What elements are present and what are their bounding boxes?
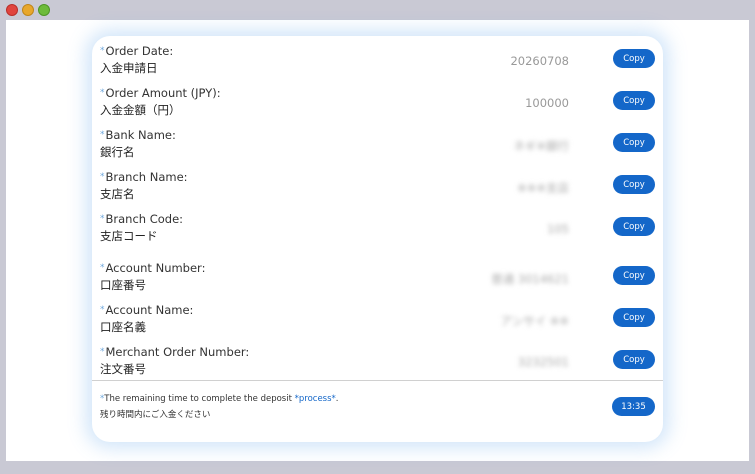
required-asterisk: * [100, 88, 105, 98]
countdown-timer-badge: 13:35 [612, 397, 655, 416]
order-date-value: 20260708 [510, 54, 569, 68]
bank-name-row: *Bank Name: 銀行名 ネギ※銀行 Copy [92, 128, 663, 168]
required-asterisk: * [100, 214, 105, 224]
field-label-en: *Bank Name: [100, 128, 176, 142]
order-amount-row: *Order Amount (JPY): 入金金額（円） 100000 Copy [92, 86, 663, 126]
field-label-en: *Branch Code: [100, 212, 183, 226]
branch-name-label: Branch Name: [105, 170, 188, 184]
remaining-time-text: The remaining time to complete the depos… [104, 394, 295, 404]
required-asterisk: * [100, 263, 105, 273]
field-label-en: *Order Date: [100, 44, 173, 58]
remaining-time-period: . [335, 394, 339, 404]
bank-name-value: ネギ※銀行 [513, 139, 569, 153]
copy-order-amount-button[interactable]: Copy [613, 91, 655, 110]
merchant-order-number-label-ja: 注文番号 [100, 362, 146, 376]
copy-bank-name-button[interactable]: Copy [613, 133, 655, 152]
branch-name-row: *Branch Name: 支店名 ※※※支店 Copy [92, 170, 663, 210]
branch-code-label: Branch Code: [105, 212, 184, 226]
process-link-text: *process* [294, 394, 336, 404]
order-amount-label: Order Amount (JPY): [105, 86, 221, 100]
branch-code-label-ja: 支店コード [100, 229, 158, 243]
order-date-row: *Order Date: 入金申請日 20260708 Copy [92, 44, 663, 84]
divider [92, 380, 663, 381]
field-label-en: *Order Amount (JPY): [100, 86, 221, 100]
order-amount-label-ja: 入金金額（円） [100, 103, 181, 117]
account-name-label: Account Name: [105, 303, 194, 317]
order-date-label: Order Date: [105, 44, 174, 58]
bank-name-label: Bank Name: [105, 128, 176, 142]
remaining-time-note: *The remaining time to complete the depo… [100, 394, 339, 404]
account-name-row: *Account Name: 口座名義 アンサイ ※※ Copy [92, 303, 663, 343]
branch-code-value: 105 [547, 222, 569, 236]
field-label-en: *Merchant Order Number: [100, 345, 249, 359]
deposit-info-card: *Order Date: 入金申請日 20260708 Copy *Order … [92, 36, 663, 442]
account-number-row: *Account Number: 口座番号 普通 3014621 Copy [92, 261, 663, 301]
field-label-en: *Branch Name: [100, 170, 188, 184]
close-window-button[interactable] [6, 4, 18, 16]
required-asterisk: * [100, 46, 105, 56]
field-label-en: *Account Number: [100, 261, 205, 275]
account-number-label: Account Number: [105, 261, 206, 275]
order-amount-value: 100000 [525, 96, 569, 110]
bank-name-label-ja: 銀行名 [100, 145, 135, 159]
window-titlebar [0, 0, 755, 20]
account-name-label-ja: 口座名義 [100, 320, 146, 334]
account-number-value: 普通 3014621 [491, 272, 569, 286]
required-asterisk: * [100, 130, 105, 140]
branch-code-row: *Branch Code: 支店コード 105 Copy [92, 212, 663, 252]
copy-account-number-button[interactable]: Copy [613, 266, 655, 285]
required-asterisk: * [100, 172, 105, 182]
account-number-label-ja: 口座番号 [100, 278, 146, 292]
merchant-order-number-row: *Merchant Order Number: 注文番号 3232501 Cop… [92, 345, 663, 385]
branch-name-label-ja: 支店名 [100, 187, 135, 201]
copy-branch-code-button[interactable]: Copy [613, 217, 655, 236]
account-name-value: アンサイ ※※ [500, 314, 569, 328]
merchant-order-number-value: 3232501 [517, 355, 569, 369]
copy-merchant-order-number-button[interactable]: Copy [613, 350, 655, 369]
field-label-en: *Account Name: [100, 303, 193, 317]
branch-name-value: ※※※支店 [517, 181, 569, 195]
copy-order-date-button[interactable]: Copy [613, 49, 655, 68]
merchant-order-number-label: Merchant Order Number: [105, 345, 250, 359]
window-content: *Order Date: 入金申請日 20260708 Copy *Order … [6, 20, 749, 461]
minimize-window-button[interactable] [22, 4, 34, 16]
remaining-time-note-ja: 残り時間内にご入金ください [100, 410, 211, 420]
zoom-window-button[interactable] [38, 4, 50, 16]
required-asterisk: * [100, 347, 105, 357]
copy-branch-name-button[interactable]: Copy [613, 175, 655, 194]
required-asterisk: * [100, 305, 105, 315]
order-date-label-ja: 入金申請日 [100, 61, 158, 75]
copy-account-name-button[interactable]: Copy [613, 308, 655, 327]
